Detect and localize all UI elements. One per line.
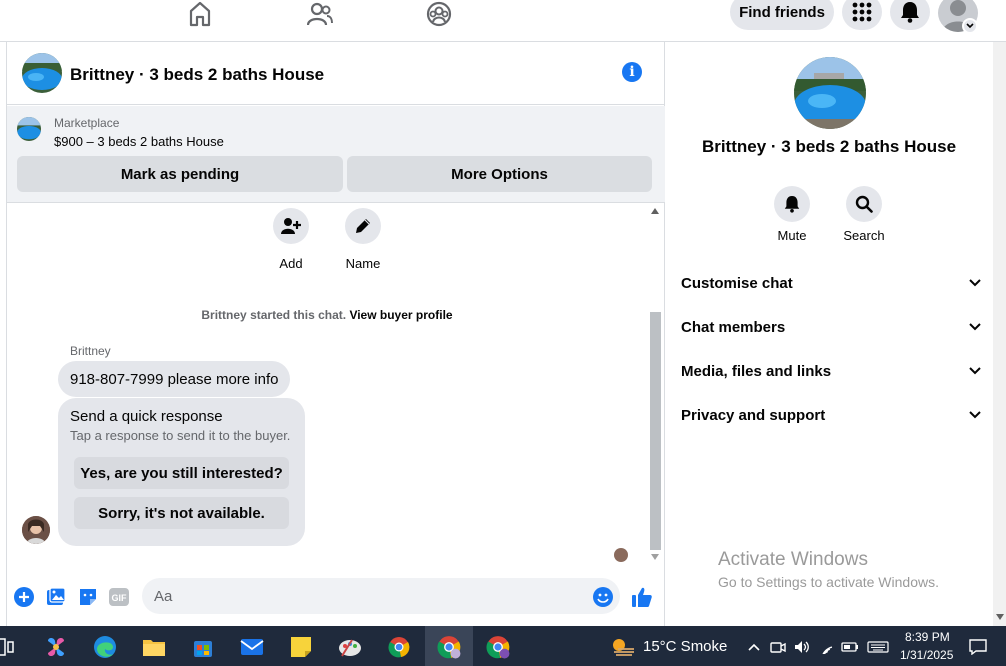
- scrollbar-thumb[interactable]: [650, 312, 661, 550]
- section-label: Chat members: [681, 318, 786, 336]
- top-navigation-bar: Find friends: [0, 0, 1006, 42]
- chevron-down-icon: [969, 323, 981, 331]
- chevron-down-icon[interactable]: [962, 18, 978, 34]
- message-bubble[interactable]: 918-807-7999 please more info: [58, 361, 291, 397]
- sender-avatar[interactable]: [22, 516, 50, 544]
- name-action[interactable]: Name: [333, 208, 393, 271]
- notifications-center-icon[interactable]: [968, 638, 988, 656]
- keyboard-icon[interactable]: [866, 638, 890, 656]
- volume-icon[interactable]: [793, 638, 811, 656]
- activate-windows-subtitle: Go to Settings to activate Windows.: [718, 574, 939, 590]
- add-person-icon: [273, 208, 309, 244]
- add-label: Add: [279, 256, 303, 271]
- chrome-icon[interactable]: [379, 630, 419, 664]
- home-icon[interactable]: [185, 0, 215, 28]
- message-list: Add Name Brittney started this chat. Vie…: [7, 204, 647, 572]
- notifications-bell-icon[interactable]: [890, 0, 930, 30]
- marketplace-label: Marketplace: [54, 116, 120, 130]
- gif-icon[interactable]: GIF: [108, 586, 130, 608]
- scroll-down-arrow-icon[interactable]: [651, 554, 659, 560]
- chrome-profile-icon[interactable]: [429, 630, 469, 664]
- marketplace-bar: Marketplace $900 – 3 beds 2 baths House …: [7, 106, 665, 203]
- message-input[interactable]: [142, 578, 620, 614]
- add-person-action[interactable]: Add: [261, 208, 321, 271]
- microsoft-store-icon[interactable]: [183, 630, 223, 664]
- windows-taskbar: 15°C Smoke 8:39 PM 1/31/2025: [0, 626, 1006, 666]
- friends-icon[interactable]: [305, 0, 335, 28]
- wifi-icon[interactable]: [818, 638, 836, 656]
- chrome-profile-icon[interactable]: [478, 630, 518, 664]
- search-icon: [846, 186, 882, 222]
- media-files-links-section[interactable]: Media, files and links: [681, 356, 981, 386]
- image-icon[interactable]: [45, 586, 67, 608]
- clock-date[interactable]: 1/31/2025: [900, 648, 953, 662]
- activate-windows-title: Activate Windows: [718, 549, 868, 570]
- chat-members-section[interactable]: Chat members: [681, 312, 981, 342]
- find-friends-button[interactable]: Find friends: [730, 0, 834, 30]
- page-scrollbar[interactable]: [993, 42, 1006, 626]
- weather-icon[interactable]: [603, 630, 643, 664]
- mail-icon[interactable]: [232, 630, 272, 664]
- chevron-down-icon: [969, 367, 981, 375]
- side-panel-title: Brittney · 3 beds 2 baths House: [701, 137, 957, 156]
- groups-icon[interactable]: [424, 0, 454, 28]
- quick-response-title: Send a quick response: [70, 408, 223, 425]
- paint-icon[interactable]: [330, 630, 370, 664]
- seen-receipt-avatar: [614, 548, 628, 562]
- section-label: Privacy and support: [681, 406, 826, 424]
- info-icon[interactable]: i: [622, 62, 642, 82]
- scroll-down-arrow-icon[interactable]: [996, 614, 1004, 620]
- chat-header: Brittney · 3 beds 2 baths House i: [7, 42, 665, 105]
- sticker-icon[interactable]: [77, 586, 99, 608]
- thumbs-up-icon[interactable]: [631, 586, 653, 608]
- message-composer: GIF: [7, 572, 665, 626]
- mute-label: Mute: [777, 228, 807, 243]
- chat-started-notice: Brittney started this chat. View buyer p…: [7, 308, 647, 322]
- scroll-up-arrow-icon[interactable]: [651, 208, 659, 214]
- privacy-support-section[interactable]: Privacy and support: [681, 400, 981, 430]
- started-text: Brittney started this chat.: [201, 308, 347, 322]
- view-buyer-profile-link[interactable]: View buyer profile: [349, 308, 452, 322]
- file-explorer-icon[interactable]: [134, 630, 174, 664]
- chat-scrollbar[interactable]: [648, 204, 662, 566]
- search-action[interactable]: Search: [836, 186, 892, 243]
- listing-thumbnail[interactable]: [22, 53, 62, 93]
- more-options-button[interactable]: More Options: [347, 156, 652, 192]
- quick-response-subtitle: Tap a response to send it to the buyer.: [70, 428, 291, 443]
- apps-grid-icon[interactable]: [842, 0, 882, 30]
- sender-name: Brittney: [70, 344, 111, 358]
- quick-response-option[interactable]: Sorry, it's not available.: [74, 497, 289, 529]
- customise-chat-section[interactable]: Customise chat: [681, 268, 981, 298]
- sticky-notes-icon[interactable]: [281, 630, 321, 664]
- meet-now-icon[interactable]: [769, 638, 787, 656]
- listing-small-thumbnail[interactable]: [17, 117, 41, 141]
- chat-title: Brittney · 3 beds 2 baths House: [70, 65, 325, 84]
- copilot-icon[interactable]: [36, 630, 76, 664]
- bell-icon: [774, 186, 810, 222]
- clock-time[interactable]: 8:39 PM: [905, 630, 950, 644]
- plus-circle-icon[interactable]: [13, 586, 35, 608]
- section-label: Media, files and links: [681, 362, 832, 380]
- name-label: Name: [345, 256, 381, 271]
- pencil-icon: [345, 208, 381, 244]
- weather-text[interactable]: 15°C Smoke: [643, 638, 727, 655]
- edge-icon[interactable]: [85, 630, 125, 664]
- search-label: Search: [843, 228, 885, 243]
- chevron-down-icon: [969, 411, 981, 419]
- svg-text:GIF: GIF: [112, 593, 128, 603]
- chat-info-panel: Brittney · 3 beds 2 baths House Mute Sea…: [665, 42, 993, 626]
- section-label: Customise chat: [681, 274, 793, 292]
- chat-panel: Brittney · 3 beds 2 baths House i Market…: [6, 42, 665, 626]
- chevron-down-icon: [969, 279, 981, 287]
- show-hidden-icons-chevron-icon[interactable]: [745, 638, 763, 656]
- quick-response-card: Send a quick response Tap a response to …: [58, 398, 305, 546]
- listing-large-thumbnail[interactable]: [794, 57, 866, 129]
- mark-as-pending-button[interactable]: Mark as pending: [17, 156, 343, 192]
- task-view-icon[interactable]: [0, 630, 26, 664]
- battery-icon[interactable]: [841, 638, 859, 656]
- listing-price-title[interactable]: $900 – 3 beds 2 baths House: [54, 134, 224, 149]
- emoji-icon[interactable]: [592, 586, 614, 608]
- mute-action[interactable]: Mute: [764, 186, 820, 243]
- quick-response-option[interactable]: Yes, are you still interested?: [74, 457, 289, 489]
